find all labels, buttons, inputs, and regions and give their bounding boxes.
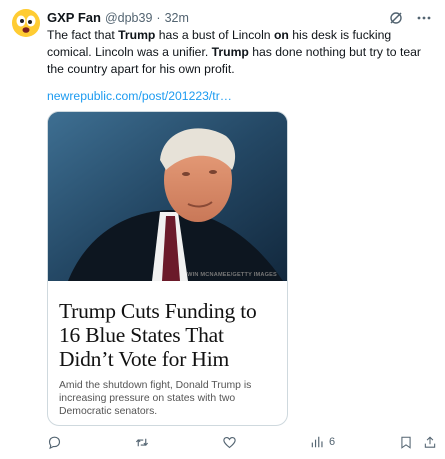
like-button[interactable] <box>222 435 237 450</box>
avatar[interactable] <box>12 9 40 37</box>
reply-icon <box>48 436 61 449</box>
action-bar: 6 <box>47 433 436 451</box>
reply-button[interactable] <box>47 435 62 450</box>
views-icon <box>311 436 323 448</box>
share-icon <box>424 436 436 448</box>
views-button[interactable]: 6 <box>310 435 335 449</box>
article-link[interactable]: newrepublic.com/post/201223/tr… <box>47 88 232 105</box>
link-card[interactable]: WIN MCNAMEE/GETTY IMAGES Trump Cuts Fund… <box>47 111 288 426</box>
card-subtext: Amid the shutdown fight, Donald Trump is… <box>59 380 252 417</box>
post-text-bold-segment: on <box>273 28 289 42</box>
post-text-bold-segment: Trump <box>211 45 249 59</box>
post-text: The fact that Trump has a bust of Lincol… <box>47 27 429 78</box>
post[interactable]: GXP Fan @dpb39 · 32m The fact that Trump… <box>0 0 445 459</box>
emoji-face-avatar-icon <box>12 9 40 37</box>
post-text-segment: has a bust of Lincoln <box>155 28 274 42</box>
post-text-segment: The fact that <box>47 28 119 42</box>
author-name[interactable]: GXP Fan <box>47 9 101 27</box>
like-icon <box>223 436 236 448</box>
separator-dot: · <box>156 11 161 25</box>
bookmark-button[interactable] <box>399 435 413 450</box>
post-time[interactable]: 32m <box>165 9 189 27</box>
more-icon[interactable] <box>415 9 433 27</box>
post-text-bold-segment: Trump <box>118 28 156 42</box>
grok-icon[interactable] <box>387 9 405 27</box>
post-header: GXP Fan @dpb39 · 32m <box>47 9 433 27</box>
repost-button[interactable] <box>134 435 150 450</box>
share-button[interactable] <box>423 435 437 450</box>
author-handle[interactable]: @dpb39 <box>105 9 152 27</box>
views-count: 6 <box>329 436 336 448</box>
bookmark-icon <box>401 436 411 449</box>
repost-icon <box>135 438 149 446</box>
card-image[interactable]: WIN MCNAMEE/GETTY IMAGES <box>48 112 287 281</box>
card-headline[interactable]: Trump Cuts Funding to 16 Blue States Tha… <box>59 299 279 371</box>
photo-credit: WIN MCNAMEE/GETTY IMAGES <box>187 272 277 278</box>
